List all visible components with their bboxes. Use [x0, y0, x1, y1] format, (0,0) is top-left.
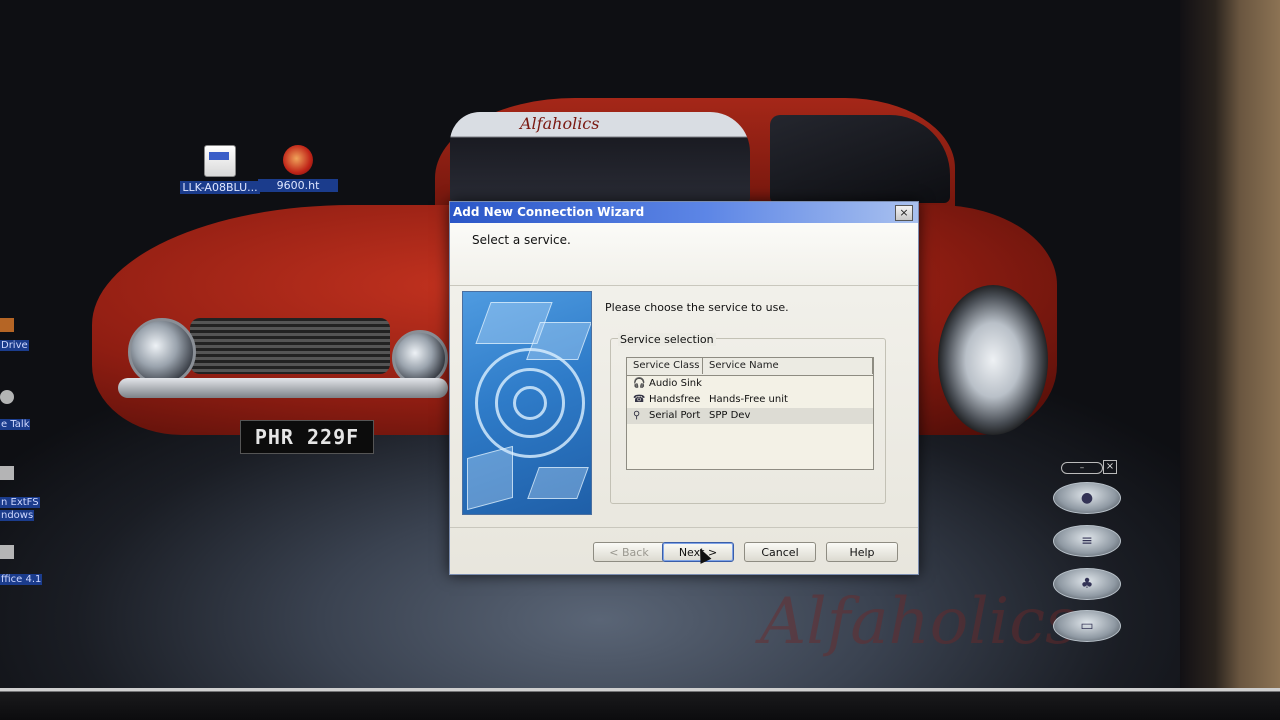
instruction-text: Please choose the service to use. [605, 301, 789, 314]
service-list[interactable]: Service Class Service Name 🎧 Audio Sink … [626, 357, 874, 470]
widget-minimize-icon[interactable]: – [1061, 462, 1103, 474]
service-name: SPP Dev [709, 410, 751, 421]
dialog-titlebar[interactable]: Add New Connection Wizard × [450, 202, 918, 223]
group-label: Service selection [618, 333, 716, 346]
car-side-window [770, 115, 950, 203]
help-button[interactable]: Help [826, 542, 898, 562]
back-button[interactable]: < Back [593, 542, 665, 562]
service-name: Hands-Free unit [709, 394, 788, 405]
illustration-tile [467, 445, 513, 511]
license-plate: PHR 229F [240, 420, 374, 454]
button-separator [450, 527, 918, 528]
desktop-icon-label: 9600.ht [258, 179, 338, 192]
desktop-icon-label: LLK-A08BLU... [180, 181, 260, 194]
edge-label-windows[interactable]: ndows [0, 510, 35, 521]
widget-network-icon[interactable]: ♣ [1053, 568, 1121, 600]
widget-disc-icon[interactable]: ● [1053, 482, 1121, 514]
monitor-bezel [1180, 0, 1280, 720]
desktop-icon-llk[interactable]: LLK-A08BLU... [180, 145, 260, 194]
service-class: Handsfree [649, 394, 701, 405]
edge-label-talk[interactable]: e Talk [0, 419, 31, 430]
wallpaper-watermark: Alfaholics [760, 585, 1078, 659]
list-item[interactable]: 🎧 Audio Sink [627, 376, 873, 392]
partial-desktop-icon[interactable] [0, 545, 14, 559]
car-windshield: Alfaholics [450, 112, 750, 204]
document-icon [204, 145, 236, 177]
widget-close-icon[interactable]: × [1103, 460, 1117, 474]
column-header-service-name[interactable]: Service Name [703, 358, 873, 374]
windshield-text: Alfaholics [520, 114, 600, 133]
wizard-header: Select a service. [450, 223, 918, 286]
serial-port-icon: ⚲ [633, 410, 641, 421]
illustration-tile [527, 467, 589, 499]
edge-label-office[interactable]: ffice 4.1 [0, 574, 43, 585]
partial-desktop-icon[interactable] [0, 318, 14, 332]
car-bumper [118, 378, 448, 398]
car-grille [190, 318, 390, 374]
list-item[interactable]: ⚲ Serial Port SPP Dev [627, 408, 873, 424]
illustration-ring [513, 386, 547, 420]
column-header-service-class[interactable]: Service Class [627, 358, 703, 374]
partial-desktop-icon[interactable] [0, 466, 14, 480]
edge-label-drive[interactable]: Drive [0, 340, 29, 351]
monitor-bezel-bottom [0, 688, 1280, 720]
cancel-button[interactable]: Cancel [744, 542, 816, 562]
hyperterminal-icon [283, 145, 313, 175]
widget-stack-icon[interactable]: ≡ [1053, 525, 1121, 557]
list-item[interactable]: ☎ Handsfree Hands-Free unit [627, 392, 873, 408]
desktop-icon-9600[interactable]: 9600.ht [258, 145, 338, 192]
headset-icon: ☎ [633, 394, 646, 405]
add-connection-wizard-dialog: Add New Connection Wizard × Select a ser… [449, 201, 919, 575]
car-wheel [938, 285, 1048, 435]
list-header: Service Class Service Name [627, 358, 873, 376]
widget-tray-icon[interactable]: ▭ [1053, 610, 1121, 642]
close-icon[interactable]: × [895, 205, 913, 221]
car-headlight-left [128, 318, 196, 386]
dialog-title: Add New Connection Wizard [453, 205, 645, 219]
wizard-step-title: Select a service. [472, 233, 571, 247]
wizard-bluetooth-illustration [462, 291, 592, 515]
service-class: Audio Sink [649, 378, 702, 389]
service-class: Serial Port [649, 410, 701, 421]
partial-desktop-icon[interactable] [0, 390, 14, 404]
media-widget: – × ● ≡ ♣ ▭ [1053, 460, 1123, 660]
edge-label-extfs[interactable]: n ExtFS [0, 497, 40, 508]
headphones-icon: 🎧 [633, 378, 646, 389]
